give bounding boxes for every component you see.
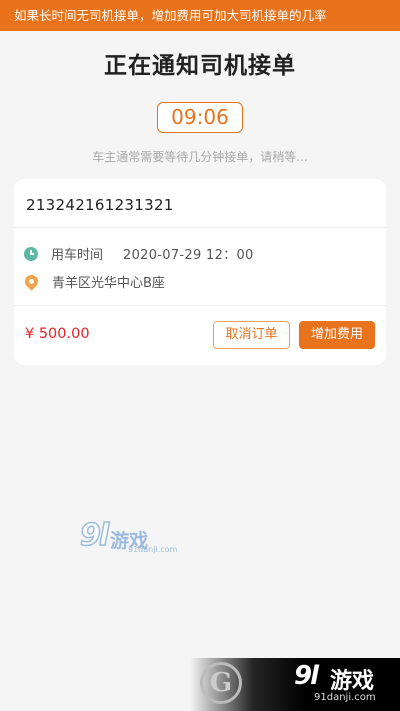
corner-watermark-number: 9l xyxy=(294,661,319,691)
use-time-label: 用车时间 xyxy=(51,248,104,263)
countdown-timer: 09:06 xyxy=(157,102,243,133)
corner-watermark-text: 游戏 xyxy=(330,669,375,694)
top-notice-banner: 如果长时间无司机接单，增加费用可加大司机接单的几率 xyxy=(0,0,400,31)
page-title: 正在通知司机接单 xyxy=(104,53,296,79)
use-time-value: 2020-07-29 12：00 xyxy=(123,248,254,263)
add-fee-button[interactable]: 增加费用 xyxy=(299,321,375,349)
divider xyxy=(14,305,386,306)
clock-icon xyxy=(24,246,38,261)
watermark-number: 9l xyxy=(79,517,110,554)
corner-watermark-url: 91danji.com xyxy=(314,692,376,703)
order-price: ¥ 500.00 xyxy=(25,326,90,342)
divider xyxy=(14,227,386,228)
use-time-row: 用车时间 2020-07-29 12：00 xyxy=(24,244,254,263)
order-number: 213242161231321 xyxy=(26,196,174,214)
order-card: 213242161231321 用车时间 2020-07-29 12：00 青羊… xyxy=(14,179,386,365)
cancel-order-button[interactable]: 取消订单 xyxy=(213,321,290,349)
watermark-url: 91danji.com xyxy=(128,545,178,554)
address-text: 青羊区光华中心B座 xyxy=(52,276,165,291)
location-pin-icon xyxy=(22,272,41,291)
watermark-logo: 9l 游戏 91danji.com xyxy=(79,517,177,554)
g-logo-icon: G xyxy=(200,662,242,704)
address-row: 青羊区光华中心B座 xyxy=(22,272,165,291)
wait-hint-text: 车主通常需要等待几分钟接单，请稍等... xyxy=(92,150,308,164)
corner-watermark: G 9l 游戏 91danji.com xyxy=(190,658,400,711)
